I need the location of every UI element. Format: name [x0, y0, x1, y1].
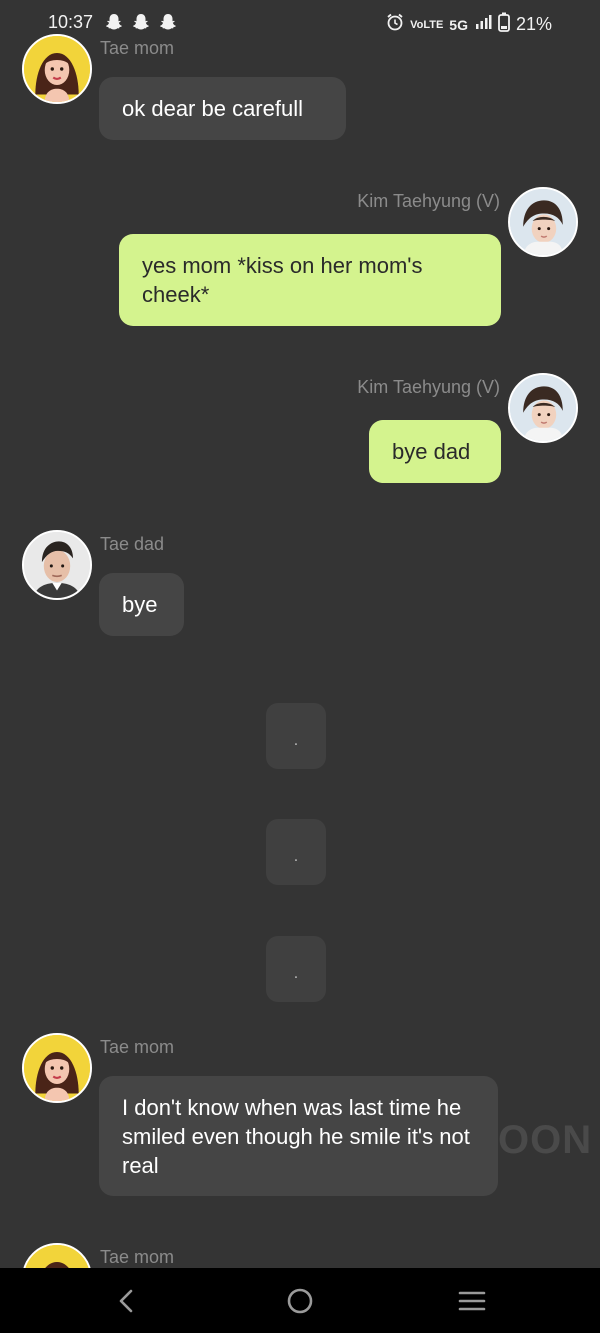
avatar-kim-taehyung[interactable]: [508, 187, 578, 257]
message-bubble[interactable]: yes mom *kiss on her mom's cheek*: [119, 234, 501, 326]
message-bubble[interactable]: I don't know when was last time he smile…: [99, 1076, 498, 1196]
sender-name: Tae mom: [100, 1037, 175, 1057]
narration-bubble[interactable]: .: [266, 936, 326, 1002]
snapchat-icon: [106, 13, 122, 31]
home-icon[interactable]: [283, 1284, 317, 1318]
signal-icon: [474, 13, 492, 36]
avatar-tae-mom[interactable]: [22, 1033, 92, 1103]
sender-name: Kim Taehyung (V): [357, 191, 500, 211]
menu-icon[interactable]: [455, 1284, 489, 1318]
sender-name: Tae mom: [100, 38, 175, 58]
battery-icon: [498, 12, 510, 37]
sender-name: Kim Taehyung (V): [357, 377, 500, 397]
status-icons: VoLTE 5G 21%: [386, 12, 552, 37]
status-bar: 10:37 VoLTE 5G 21%: [0, 0, 600, 44]
watermark: OON: [498, 1118, 593, 1162]
battery-percent: 21%: [515, 14, 552, 34]
narration-bubble[interactable]: .: [266, 819, 326, 885]
sender-name: Tae mom: [100, 1247, 175, 1267]
network-type: 5G: [449, 16, 468, 33]
message-bubble[interactable]: bye: [99, 573, 184, 636]
snapchat-icon: [160, 13, 176, 31]
navigation-bar: [0, 1268, 600, 1333]
message-bubble[interactable]: ok dear be carefull: [99, 77, 346, 140]
sender-name: Tae dad: [100, 534, 165, 554]
avatar-tae-mom[interactable]: [22, 34, 92, 104]
snapchat-icon: [133, 13, 149, 31]
volte-indicator: VoLTE: [410, 18, 444, 31]
back-icon[interactable]: [110, 1284, 144, 1318]
narration-bubble[interactable]: .: [266, 703, 326, 769]
avatar-kim-taehyung[interactable]: [508, 373, 578, 443]
alarm-icon: [386, 13, 404, 36]
status-time: 10:37: [48, 12, 94, 32]
avatar-tae-dad[interactable]: [22, 530, 92, 600]
message-bubble[interactable]: bye dad: [369, 420, 501, 483]
